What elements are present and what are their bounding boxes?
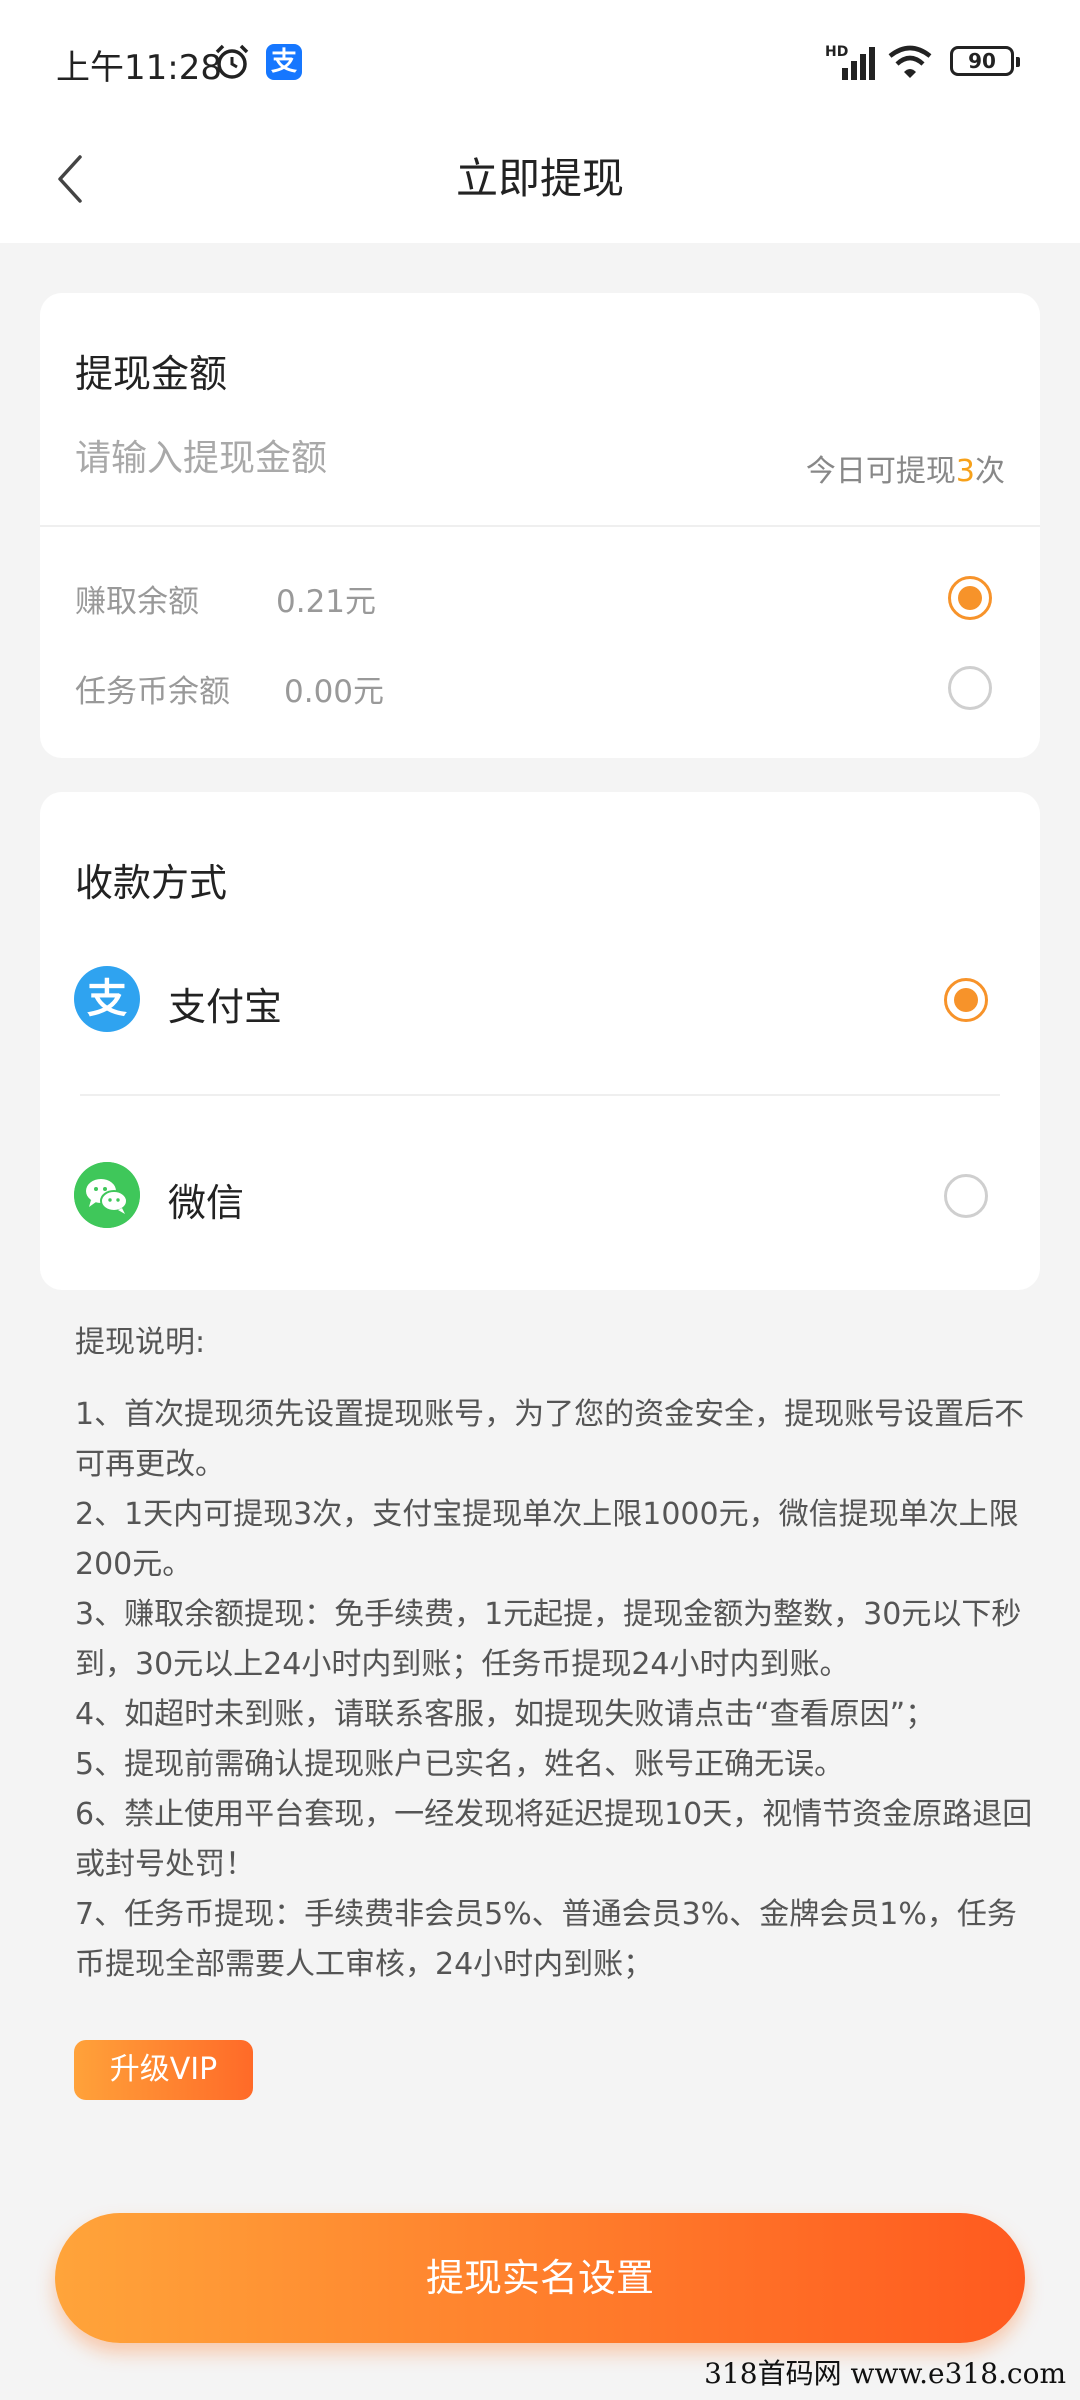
- divider: [80, 1094, 1000, 1096]
- wifi-icon: [888, 45, 932, 78]
- balance-option-earned[interactable]: 赚取余额 0.21元: [40, 568, 1040, 628]
- payment-option-wechat[interactable]: 微信: [40, 1148, 1040, 1248]
- alipay-icon: 支: [74, 966, 140, 1032]
- payment-method-card: 收款方式 支 支付宝 微信: [40, 792, 1040, 1290]
- balance-value: 0.00元: [284, 674, 385, 710]
- balance-label: 赚取余额: [75, 584, 199, 620]
- battery-indicator: 90: [950, 46, 1020, 76]
- realname-setup-button[interactable]: 提现实名设置: [55, 2213, 1025, 2343]
- status-bar: 上午11:28 支 HD 90: [0, 0, 1080, 125]
- balance-label: 任务币余额: [75, 674, 230, 710]
- payment-label: 微信: [168, 1181, 245, 1225]
- alarm-clock-icon: [215, 44, 249, 79]
- notes-title: 提现说明:: [75, 1325, 206, 1360]
- notes-item: 1、首次提现须先设置提现账号，为了您的资金安全，提现账号设置后不可再更改。: [75, 1397, 1025, 1482]
- balance-value: 0.21元: [276, 584, 377, 620]
- radio-unchecked-icon[interactable]: [944, 1174, 988, 1218]
- wechat-icon: [74, 1162, 140, 1228]
- daily-limit-suffix: 次: [975, 454, 1005, 489]
- balance-option-task-coin[interactable]: 任务币余额 0.00元: [40, 658, 1040, 718]
- alipay-notification-icon: 支: [266, 44, 302, 80]
- watermark: 318首码网 www.e318.com: [704, 2357, 1066, 2390]
- radio-checked-icon[interactable]: [944, 978, 988, 1022]
- notes-item: 5、提现前需确认提现账户已实名，姓名、账号正确无误。: [75, 1747, 845, 1782]
- status-time: 上午11:28: [56, 48, 222, 88]
- signal-strength-icon: [842, 47, 875, 80]
- amount-section-title: 提现金额: [75, 352, 228, 396]
- navbar: 立即提现: [0, 125, 1080, 243]
- page-title: 立即提现: [455, 154, 624, 203]
- payment-option-alipay[interactable]: 支 支付宝: [40, 952, 1040, 1052]
- payment-section-title: 收款方式: [75, 861, 228, 905]
- daily-limit-text: 今日可提现3次: [806, 446, 1005, 490]
- upgrade-vip-button[interactable]: 升级VIP: [74, 2040, 253, 2100]
- daily-limit-count: 3: [955, 454, 975, 489]
- radio-unchecked-icon[interactable]: [948, 666, 992, 710]
- radio-checked-icon[interactable]: [948, 576, 992, 620]
- divider: [40, 525, 1040, 527]
- withdraw-amount-card: 提现金额 今日可提现3次 赚取余额 0.21元 任务币余额 0.00元: [40, 293, 1040, 758]
- notes-item: 4、如超时未到账，请联系客服，如提现失败请点击“查看原因”；: [75, 1697, 936, 1732]
- notes-item: 6、禁止使用平台套现，一经发现将延迟提现10天，视情节资金原路退回或封号处罚！: [75, 1797, 1033, 1882]
- daily-limit-prefix: 今日可提现: [805, 454, 956, 489]
- notes-item: 7、任务币提现：手续费非会员5%、普通会员3%、金牌会员1%，任务币提现全部需要…: [75, 1897, 1017, 1982]
- amount-input[interactable]: [75, 438, 675, 479]
- notes-item: 2、1天内可提现3次，支付宝提现单次上限1000元，微信提现单次上限200元。: [75, 1497, 1019, 1582]
- payment-label: 支付宝: [168, 985, 283, 1029]
- withdraw-notes: 提现说明: 1、首次提现须先设置提现账号，为了您的资金安全，提现账号设置后不可再…: [75, 1318, 1035, 1990]
- notes-item: 3、赚取余额提现：免手续费，1元起提，提现金额为整数，30元以下秒到，30元以上…: [75, 1597, 1022, 1682]
